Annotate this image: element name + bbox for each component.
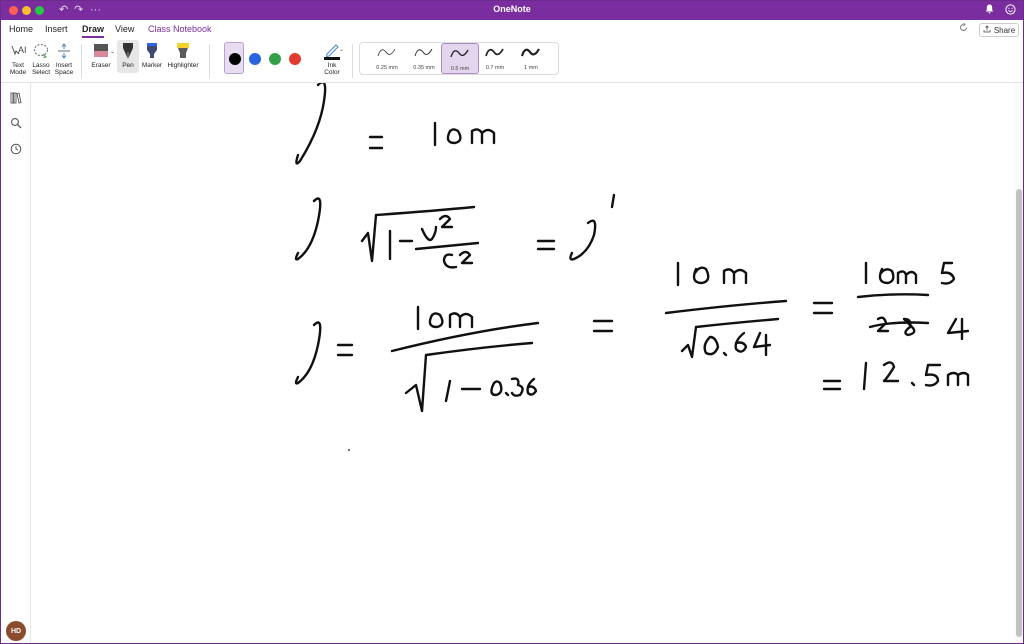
thickness-1mm[interactable]: 1 mm xyxy=(512,43,550,74)
share-button[interactable]: Share xyxy=(979,23,1019,37)
notifications-icon[interactable] xyxy=(985,4,994,17)
tab-insert[interactable]: Insert xyxy=(45,24,68,34)
highlighter-button[interactable]: Highlighter xyxy=(167,42,199,69)
notebooks-icon[interactable] xyxy=(10,91,22,104)
thickness-label: 1 mm xyxy=(524,65,538,71)
menu-bar: Home Insert Draw View Class Notebook xyxy=(1,20,1023,38)
ribbon-divider xyxy=(209,44,210,78)
thickness-0-5mm[interactable]: 0.5 mm xyxy=(441,43,479,74)
ink-line-3 xyxy=(294,261,788,413)
ink-line-2 xyxy=(294,193,616,269)
share-label: Share xyxy=(993,25,1016,35)
highlighter-icon xyxy=(174,42,192,60)
sync-icon[interactable] xyxy=(959,22,968,35)
marker-button[interactable]: Marker xyxy=(140,42,164,69)
highlighter-label: Highlighter xyxy=(167,62,199,69)
lasso-select-label: Lasso Select xyxy=(31,62,51,76)
marker-icon xyxy=(143,42,161,60)
ink-color-label: Ink Color xyxy=(324,62,340,76)
color-swatch-blue[interactable] xyxy=(249,53,261,65)
lasso-icon xyxy=(32,42,50,60)
text-mode-label: Text Mode xyxy=(9,62,27,76)
avatar[interactable]: HD xyxy=(6,621,26,641)
insert-space-button[interactable]: Insert Space xyxy=(52,42,76,76)
thickness-label: 0.25 mm xyxy=(376,65,398,71)
recent-notes-icon[interactable] xyxy=(10,142,22,155)
pen-button[interactable]: Pen xyxy=(117,40,139,73)
page-canvas[interactable] xyxy=(32,83,1015,643)
ink-color-dropdown-icon[interactable]: ⌄ xyxy=(339,46,344,53)
ink-line-1 xyxy=(295,83,496,165)
eraser-button[interactable]: Eraser xyxy=(89,42,113,69)
ink-line-4 xyxy=(812,261,970,391)
onenote-window: ↶ ↷ ··· OneNote Home Insert Draw View Cl… xyxy=(0,0,1024,644)
app-title: OneNote xyxy=(493,4,531,14)
ribbon-divider xyxy=(81,44,82,78)
svg-text:AI: AI xyxy=(18,45,27,55)
feedback-smiley-icon[interactable] xyxy=(1005,4,1016,18)
title-bar: ↶ ↷ ··· OneNote xyxy=(1,1,1023,20)
insert-space-label: Insert Space xyxy=(54,62,74,76)
thickness-label: 0.35 mm xyxy=(413,65,435,71)
thickness-label: 0.7 mm xyxy=(485,65,505,71)
scrollbar-thumb[interactable] xyxy=(1016,189,1022,637)
thickness-label: 0.5 mm xyxy=(450,66,470,72)
pen-icon xyxy=(119,42,137,60)
color-swatch-green[interactable] xyxy=(269,53,281,65)
handwritten-ink xyxy=(294,83,970,451)
tab-draw[interactable]: Draw xyxy=(82,24,105,38)
eraser-dropdown-icon[interactable]: ⌄ xyxy=(110,48,115,55)
text-mode-icon: AI xyxy=(9,42,27,60)
share-icon xyxy=(983,25,991,35)
ribbon-divider xyxy=(352,44,353,78)
stray-ink-dot xyxy=(348,449,350,451)
color-swatch-black[interactable] xyxy=(229,53,241,65)
lasso-select-button[interactable]: Lasso Select xyxy=(29,42,53,76)
navigation-rail xyxy=(1,83,31,643)
eraser-icon xyxy=(92,42,110,60)
insert-space-icon xyxy=(55,42,73,60)
color-swatch-red[interactable] xyxy=(289,53,301,65)
thickness-0-7mm[interactable]: 0.7 mm xyxy=(476,43,514,74)
thickness-0-25mm[interactable]: 0.25 mm xyxy=(368,43,406,74)
search-icon[interactable] xyxy=(10,116,22,129)
tab-home[interactable]: Home xyxy=(9,24,33,34)
eraser-label: Eraser xyxy=(91,62,111,69)
pen-label: Pen xyxy=(122,62,134,69)
marker-label: Marker xyxy=(141,62,163,69)
tab-view[interactable]: View xyxy=(115,24,134,34)
text-mode-button[interactable]: AI Text Mode xyxy=(6,42,30,76)
tab-class-notebook[interactable]: Class Notebook xyxy=(148,24,212,34)
pen-thickness-gallery: 0.25 mm 0.35 mm 0.5 mm 0.7 mm 1 mm xyxy=(359,42,559,75)
thickness-0-35mm[interactable]: 0.35 mm xyxy=(405,43,443,74)
